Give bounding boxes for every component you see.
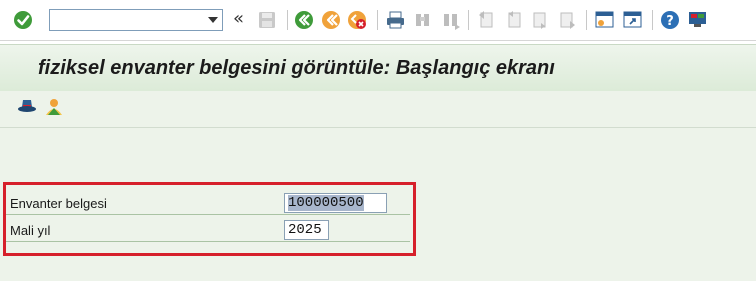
toolbar-separator [287, 10, 288, 30]
first-page-icon[interactable] [476, 10, 496, 30]
command-field[interactable] [49, 9, 223, 31]
monitor-icon [689, 12, 706, 27]
person-icon [46, 99, 62, 115]
printer-icon [387, 11, 404, 29]
print-button[interactable] [385, 10, 407, 30]
cancel-icon [348, 11, 366, 29]
save-button[interactable] [257, 10, 279, 30]
help-icon: ? [661, 11, 679, 29]
exit-icon [322, 11, 340, 29]
command-input[interactable] [53, 11, 207, 31]
svg-text:?: ? [666, 14, 674, 29]
enter-button[interactable] [13, 10, 35, 30]
system-toolbar: « ? [0, 0, 756, 41]
find-next-icon[interactable] [441, 10, 461, 30]
save-icon [259, 12, 275, 28]
hat-icon [18, 100, 36, 112]
highlight-box [3, 182, 416, 256]
shortcut-button[interactable] [622, 10, 644, 30]
page-title: fiziksel envanter belgesini görüntüle: B… [38, 57, 555, 79]
cancel-button[interactable] [347, 10, 369, 30]
exit-button[interactable] [321, 10, 343, 30]
back-icon [295, 11, 313, 29]
customize-layout-button[interactable] [687, 10, 709, 30]
toolbar-separator [652, 10, 653, 30]
new-session-button[interactable] [594, 10, 616, 30]
help-button[interactable]: ? [660, 10, 682, 30]
toolbar-separator [586, 10, 587, 30]
title-bar: fiziksel envanter belgesini görüntüle: B… [0, 44, 756, 92]
previous-page-icon[interactable] [504, 10, 524, 30]
next-page-icon[interactable] [531, 10, 551, 30]
new-session-icon [595, 11, 614, 28]
other-document-button[interactable] [17, 97, 37, 117]
application-toolbar [0, 91, 756, 128]
last-page-icon[interactable] [558, 10, 578, 30]
toolbar-separator [468, 10, 469, 30]
toolbar-separator [377, 10, 378, 30]
user-settings-button[interactable] [44, 97, 64, 117]
collapse-arrows-icon[interactable]: « [233, 10, 249, 30]
shortcut-icon [623, 11, 642, 28]
back-button[interactable] [294, 10, 316, 30]
find-icon[interactable] [413, 10, 433, 30]
chevron-down-icon[interactable] [208, 17, 218, 23]
check-icon [14, 11, 32, 29]
